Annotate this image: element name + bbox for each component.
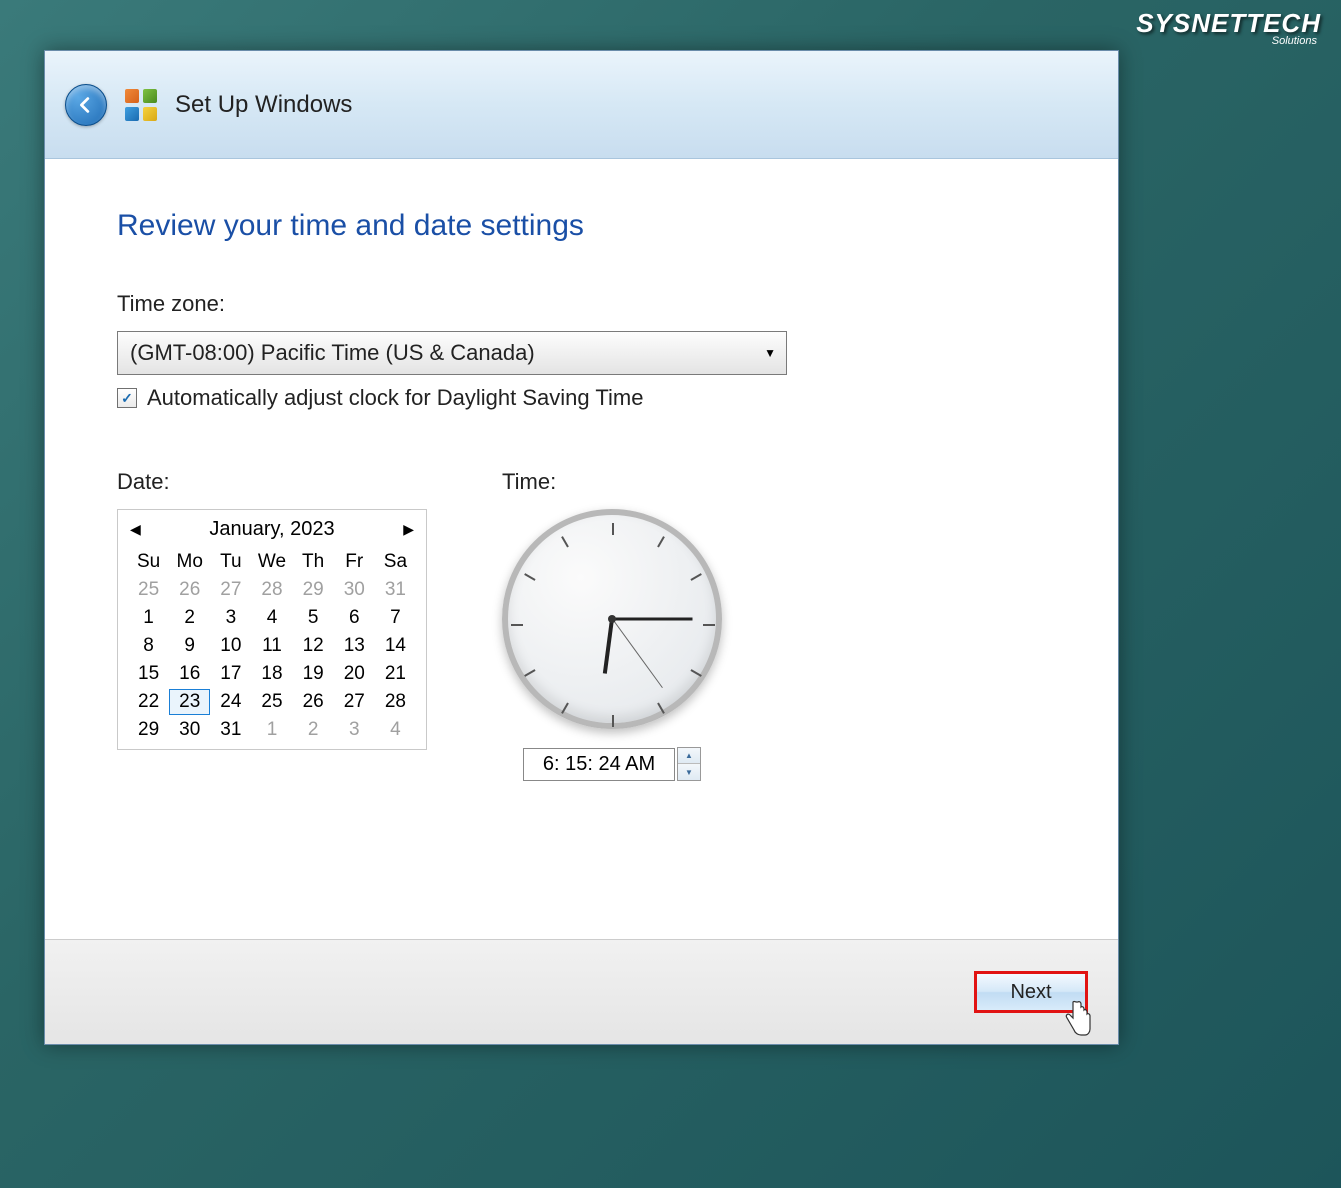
calendar-day[interactable]: 12 [293,633,334,659]
spinner-up-icon[interactable]: ▲ [678,748,700,764]
calendar-day[interactable]: 26 [169,577,210,603]
calendar-day[interactable]: 31 [210,717,251,743]
spinner-down-icon[interactable]: ▼ [678,764,700,780]
dst-label: Automatically adjust clock for Daylight … [147,385,643,411]
calendar-prev-button[interactable]: ◀ [130,521,141,538]
calendar-day[interactable]: 30 [334,577,375,603]
calendar-day-header: Th [293,549,334,575]
titlebar: Set Up Windows [45,51,1118,159]
calendar-day[interactable]: 29 [128,717,169,743]
calendar-day[interactable]: 10 [210,633,251,659]
dst-checkbox-row[interactable]: ✓ Automatically adjust clock for Dayligh… [117,385,1046,411]
time-spinner[interactable]: ▲ ▼ [677,747,701,781]
calendar-day-header: Mo [169,549,210,575]
calendar-day[interactable]: 28 [375,689,416,715]
time-input[interactable]: 6: 15: 24 AM [523,748,675,781]
calendar-day[interactable]: 9 [169,633,210,659]
calendar-day[interactable]: 24 [210,689,251,715]
calendar-next-button[interactable]: ▶ [403,521,414,538]
calendar-day-header: We [251,549,292,575]
calendar-day[interactable]: 27 [334,689,375,715]
watermark: SYSNETTECH Solutions [1136,8,1321,47]
calendar-day-header: Sa [375,549,416,575]
calendar-day-header: Su [128,549,169,575]
calendar-grid: SuMoTuWeThFrSa25262728293031123456789101… [128,549,416,743]
calendar-day[interactable]: 11 [251,633,292,659]
next-button-label: Next [1010,981,1051,1004]
calendar-day[interactable]: 3 [210,605,251,631]
calendar-day[interactable]: 18 [251,661,292,687]
calendar-day[interactable]: 25 [251,689,292,715]
calendar-day[interactable]: 19 [293,661,334,687]
calendar-month-title: January, 2023 [209,518,334,541]
cursor-hand-icon [1061,1000,1093,1038]
time-column: Time: 6: 15: 24 AM ▲ [502,469,722,781]
timezone-label: Time zone: [117,291,1046,317]
setup-window: Set Up Windows Review your time and date… [44,50,1119,1045]
calendar-day[interactable]: 27 [210,577,251,603]
calendar-day-header: Fr [334,549,375,575]
content-area: Review your time and date settings Time … [45,159,1118,939]
calendar-day-header: Tu [210,549,251,575]
date-column: Date: ◀ January, 2023 ▶ SuMoTuWeThFrSa25… [117,469,427,781]
calendar-day[interactable]: 2 [169,605,210,631]
footer: Next [45,939,1118,1044]
calendar-day[interactable]: 29 [293,577,334,603]
dst-checkbox[interactable]: ✓ [117,388,137,408]
calendar-day[interactable]: 5 [293,605,334,631]
calendar-day[interactable]: 31 [375,577,416,603]
calendar-day[interactable]: 17 [210,661,251,687]
chevron-down-icon: ▼ [764,346,776,360]
window-title: Set Up Windows [175,91,352,119]
calendar-day[interactable]: 13 [334,633,375,659]
calendar-day[interactable]: 1 [128,605,169,631]
calendar-day[interactable]: 15 [128,661,169,687]
timezone-selected: (GMT-08:00) Pacific Time (US & Canada) [130,340,535,366]
calendar-day[interactable]: 6 [334,605,375,631]
date-label: Date: [117,469,427,495]
windows-logo-icon [125,89,157,121]
calendar-day[interactable]: 1 [251,717,292,743]
calendar-day[interactable]: 7 [375,605,416,631]
calendar-day[interactable]: 20 [334,661,375,687]
calendar-day[interactable]: 3 [334,717,375,743]
calendar-day[interactable]: 28 [251,577,292,603]
calendar: ◀ January, 2023 ▶ SuMoTuWeThFrSa25262728… [117,509,427,750]
next-button[interactable]: Next [974,971,1088,1013]
calendar-day[interactable]: 4 [251,605,292,631]
calendar-day[interactable]: 26 [293,689,334,715]
calendar-day[interactable]: 14 [375,633,416,659]
calendar-day[interactable]: 8 [128,633,169,659]
back-button[interactable] [65,84,107,126]
calendar-day[interactable]: 23 [169,689,210,715]
calendar-day[interactable]: 30 [169,717,210,743]
time-label: Time: [502,469,722,495]
calendar-day[interactable]: 21 [375,661,416,687]
analog-clock [502,509,722,729]
back-arrow-icon [75,94,97,116]
page-heading: Review your time and date settings [117,209,1046,243]
calendar-day[interactable]: 16 [169,661,210,687]
calendar-day[interactable]: 25 [128,577,169,603]
timezone-dropdown[interactable]: (GMT-08:00) Pacific Time (US & Canada) ▼ [117,331,787,375]
calendar-day[interactable]: 2 [293,717,334,743]
calendar-day[interactable]: 4 [375,717,416,743]
calendar-day[interactable]: 22 [128,689,169,715]
